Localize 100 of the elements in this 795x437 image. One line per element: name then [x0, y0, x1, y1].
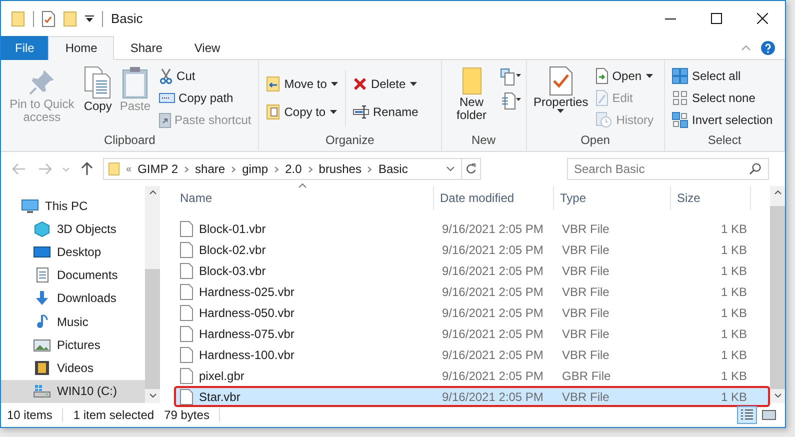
table-cell-text: 1 KB: [720, 368, 748, 382]
table-cell-text: 1 KB: [720, 390, 748, 404]
file-name: Hardness-100.vbr: [199, 348, 294, 362]
table-cell-text: VBR File: [561, 284, 610, 298]
file-name: Hardness-025.vbr: [199, 284, 294, 298]
file-name: Block-01.vbr: [199, 222, 266, 236]
details-list-icon: [740, 409, 754, 421]
column-header[interactable]: Date modified: [434, 186, 554, 210]
ribbon-tab[interactable]: View: [178, 36, 236, 60]
partial-grid-icon: [672, 112, 688, 128]
monitor-icon: [21, 198, 39, 214]
sidebar-item[interactable]: Documents: [1, 264, 145, 287]
file-row[interactable]: Block-03.vbr 9/16/2021 2:05 PM VBR File 1 KB: [174, 260, 770, 281]
address-field[interactable]: « GIMP 2 share gimp 2.0 brushes Basic: [103, 158, 481, 180]
table-cell-text: VBR File: [561, 390, 610, 404]
collapse-ribbon-icon[interactable]: [741, 44, 751, 50]
chevron-down-icon[interactable]: [446, 166, 455, 172]
up-arrow-icon: [81, 162, 93, 176]
ribbon-tab[interactable]: Home: [48, 36, 114, 60]
table-cell-text: VBR File: [561, 306, 610, 320]
sidebar-item[interactable]: Music: [1, 310, 145, 334]
invert-selection-button[interactable]: Invert selection: [669, 110, 776, 130]
easy-access-icon[interactable]: [500, 92, 522, 110]
group-label: Organize: [324, 133, 376, 149]
table-cell-text: 9/16/2021 2:05 PM: [441, 326, 544, 340]
film-icon: [33, 360, 51, 376]
file-name: Star.vbr: [199, 390, 240, 404]
details-view-button[interactable]: [737, 406, 757, 424]
search-field[interactable]: Search Basic: [567, 158, 769, 180]
overflow-chevron[interactable]: «: [126, 164, 132, 174]
file-row[interactable]: pixel.gbr 9/16/2021 2:05 PM GBR File 1 KB: [174, 365, 770, 386]
folder-icon: [63, 10, 77, 26]
breadcrumb[interactable]: share: [195, 162, 226, 176]
pencil-document-icon: [596, 90, 608, 106]
rename-button[interactable]: Rename: [350, 102, 422, 122]
new-item-icon[interactable]: [500, 68, 522, 86]
breadcrumb[interactable]: Basic: [378, 162, 408, 176]
chevron-right-icon: [308, 166, 313, 172]
breadcrumb[interactable]: gimp: [242, 162, 268, 176]
breadcrumb[interactable]: 2.0: [285, 162, 302, 176]
table-cell-text: 9/16/2021 2:05 PM: [441, 264, 544, 278]
breadcrumb[interactable]: brushes: [318, 162, 362, 176]
sidebar-item[interactable]: Videos: [1, 356, 145, 380]
new-folder-button[interactable]: New folder: [446, 64, 498, 133]
file-icon: [180, 262, 193, 278]
checkmark-document-icon[interactable]: [42, 10, 55, 26]
column-header[interactable]: Name: [174, 186, 434, 210]
file-row[interactable]: Star.vbr 9/16/2021 2:05 PM VBR File 1 KB: [174, 386, 770, 407]
delete-button[interactable]: Delete: [350, 74, 422, 94]
sidebar-item[interactable]: 3D Objects: [1, 217, 145, 240]
table-cell-text: 1 KB: [720, 326, 748, 340]
sidebar-item[interactable]: This PC: [1, 194, 145, 218]
file-icon: [180, 242, 193, 258]
copy-button[interactable]: Copy: [80, 64, 115, 133]
ribbon-tab[interactable]: Share: [114, 36, 178, 60]
table-cell-text: VBR File: [561, 326, 610, 340]
copy-to-button[interactable]: Copy to: [263, 102, 341, 122]
clipboard-icon: [122, 66, 148, 100]
column-header[interactable]: Type: [554, 186, 671, 210]
folder-icon: [11, 10, 25, 26]
table-cell-text: 9/16/2021 2:05 PM: [441, 348, 544, 362]
copy-path-button[interactable]: Copy path: [156, 88, 254, 108]
file-row[interactable]: Hardness-025.vbr 9/16/2021 2:05 PM VBR File 1 KB: [174, 281, 770, 302]
selection-info: 1 item selected: [73, 408, 154, 422]
select-none-button[interactable]: Select none: [669, 88, 776, 108]
open-button[interactable]: Open: [593, 66, 657, 86]
folder-icon: [108, 162, 120, 176]
file-row[interactable]: Block-02.vbr 9/16/2021 2:05 PM VBR File 1 KB: [174, 239, 770, 260]
window-title: Basic: [111, 11, 144, 26]
file-row[interactable]: Hardness-100.vbr 9/16/2021 2:05 PM VBR File 1 KB: [174, 344, 770, 365]
sidebar-item[interactable]: Pictures: [1, 333, 145, 357]
shortcut-clipboard-icon: [158, 112, 171, 128]
breadcrumb[interactable]: GIMP 2: [138, 162, 178, 176]
sidebar-item[interactable]: Desktop: [1, 240, 145, 264]
scrollbar[interactable]: [770, 186, 785, 403]
scrollbar[interactable]: [145, 186, 160, 403]
select-all-button[interactable]: Select all: [669, 66, 776, 86]
download-arrow-icon: [33, 290, 51, 306]
caret-down-icon: [330, 110, 337, 114]
sidebar-item[interactable]: WIN10 (C:): [1, 380, 145, 403]
chevron-right-icon: [231, 166, 236, 172]
file-row[interactable]: Hardness-050.vbr 9/16/2021 2:05 PM VBR File 1 KB: [174, 302, 770, 323]
picture-icon: [33, 336, 51, 353]
file-icon: [180, 388, 193, 404]
help-icon[interactable]: [761, 40, 775, 54]
table-cell-text: VBR File: [561, 264, 610, 278]
move-to-button[interactable]: Move to: [263, 74, 341, 94]
sidebar-item[interactable]: Downloads: [1, 286, 145, 310]
file-row[interactable]: Hardness-075.vbr 9/16/2021 2:05 PM VBR File 1 KB: [174, 323, 770, 344]
file-row[interactable]: Block-01.vbr 9/16/2021 2:05 PM VBR File 1 KB: [174, 218, 770, 239]
table-cell-text: 1 KB: [720, 306, 748, 320]
properties-button[interactable]: Properties: [530, 64, 592, 133]
checkmark-document-icon: [548, 66, 573, 96]
column-header[interactable]: Size: [671, 186, 751, 210]
ribbon-tab[interactable]: File: [1, 36, 48, 60]
cut-button[interactable]: Cut: [156, 66, 254, 86]
group-label: Open: [580, 133, 611, 149]
caret-down-icon: [557, 109, 564, 113]
caret-down-icon: [330, 82, 338, 86]
dropdown-icon[interactable]: [85, 14, 94, 22]
